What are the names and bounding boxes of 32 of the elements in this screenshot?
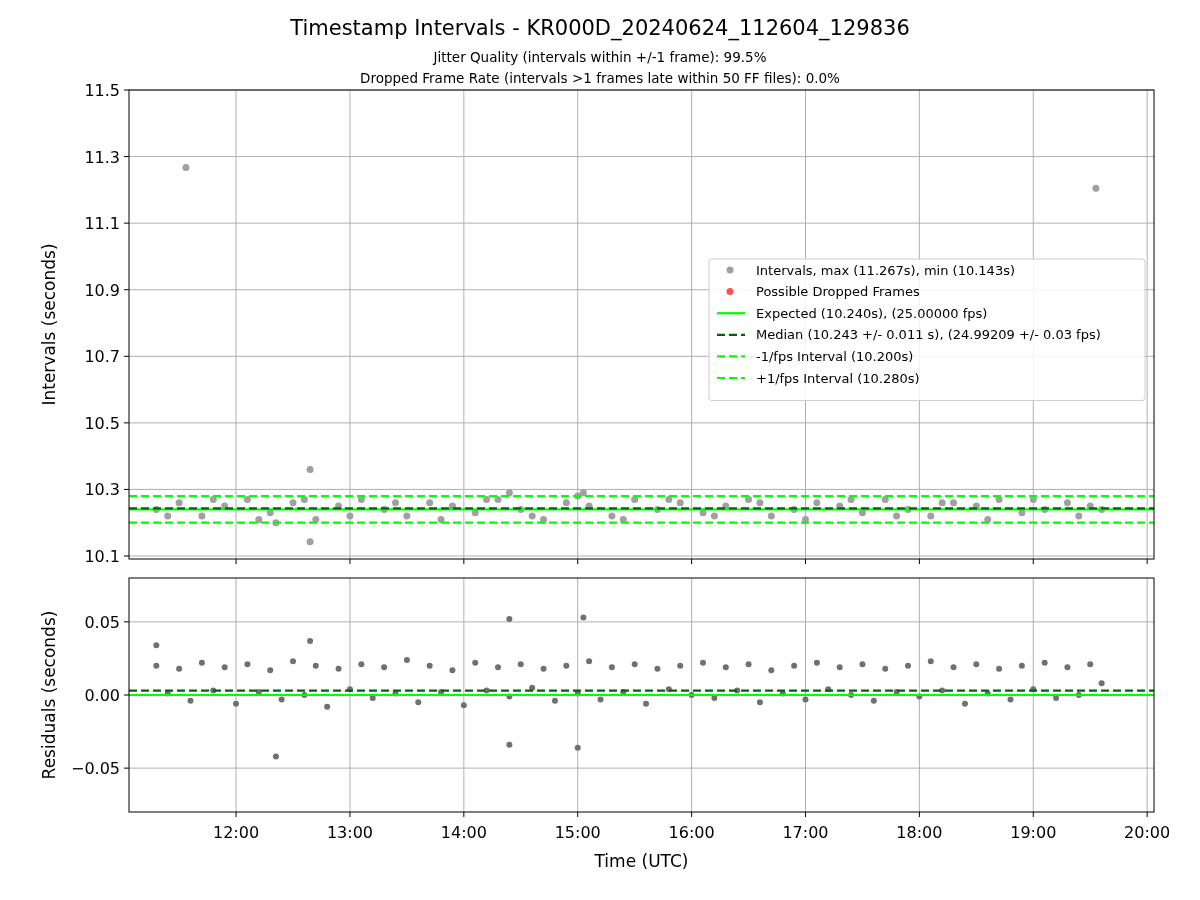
axis-tick-label: 11.1 (84, 214, 120, 234)
axis-tick-label: 10.3 (84, 480, 120, 500)
axis-tick-label: 10.5 (84, 413, 120, 433)
axis-tick-label: 15:00 (554, 823, 601, 842)
axis-tick-label: 10.7 (84, 347, 120, 367)
legend-label: +1/fps Interval (10.280s) (756, 370, 920, 386)
axis-tick-label: 16:00 (668, 823, 715, 842)
axis-tick-label: 18:00 (896, 823, 943, 842)
axis-tick-label: 17:00 (782, 823, 829, 842)
legend-label: Possible Dropped Frames (756, 284, 920, 300)
axis-tick-label: 0.05 (84, 612, 120, 632)
axis-tick-label: 13:00 (326, 823, 373, 842)
axis-tick-label: 20:00 (1124, 823, 1171, 842)
axis-tick-label: 12:00 (213, 823, 260, 842)
legend-label: Intervals, max (11.267s), min (10.143s) (756, 262, 1015, 278)
legend-label: -1/fps Interval (10.200s) (756, 348, 914, 364)
legend-label: Median (10.243 +/- 0.011 s), (24.99209 +/- 0.03 fps) (756, 327, 1101, 343)
axis-tick-label: 11.5 (84, 81, 120, 100)
axis-tick-label: 14:00 (440, 823, 487, 842)
axis-tick-label: 11.3 (84, 147, 120, 167)
chart-subtitle: Jitter Quality (intervals within +/-1 frame): 99.5% (433, 48, 767, 67)
axis-label: Time (UTC) (594, 851, 689, 871)
axis-tick-label: 0.00 (84, 686, 120, 705)
legend-label: Expected (10.240s), (25.00000 fps) (756, 305, 988, 321)
axis-tick-label: 19:00 (1010, 823, 1057, 842)
chart-title: Timestamp Intervals - KR000D_20240624_112604_129836 (290, 15, 910, 41)
axis-tick-label: 10.9 (84, 280, 120, 300)
axis-label: Intervals (seconds) (39, 243, 59, 406)
axis-tick-label: −0.05 (70, 759, 120, 779)
axis-label: Residuals (seconds) (39, 610, 59, 780)
chart-subtitle: Dropped Frame Rate (intervals >1 frames late within 50 FF files): 0.0% (360, 69, 840, 88)
axis-tick-label: 10.1 (84, 547, 120, 566)
